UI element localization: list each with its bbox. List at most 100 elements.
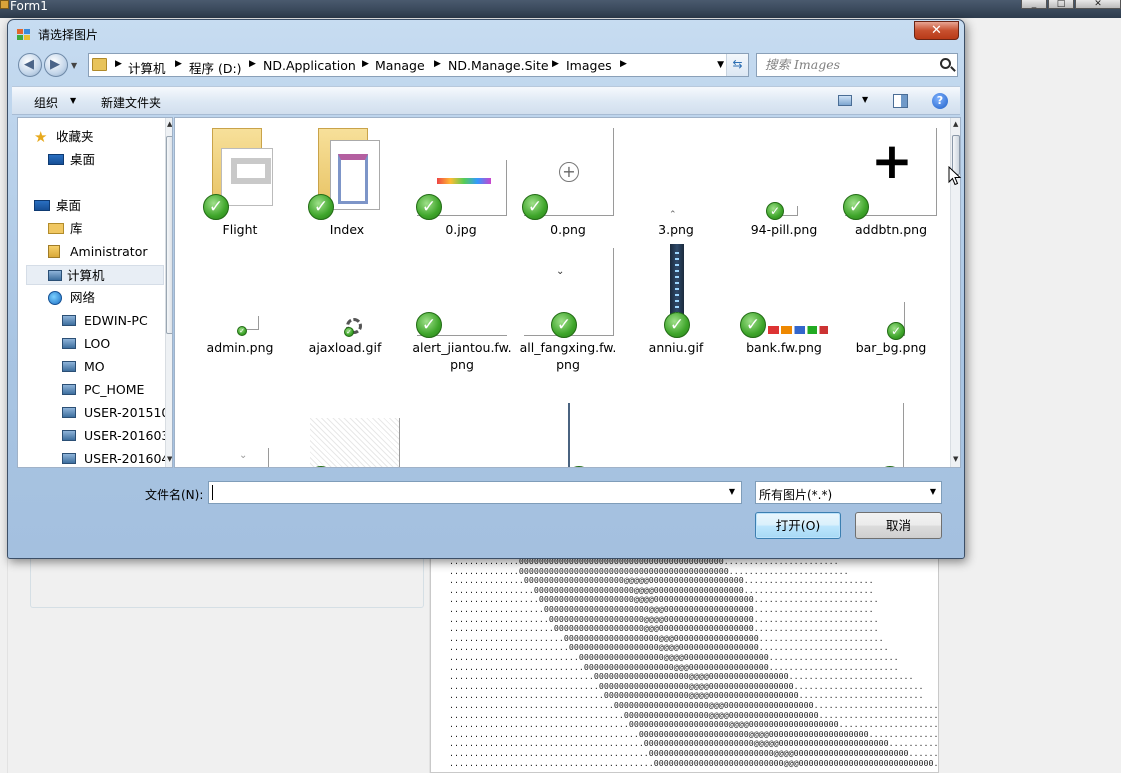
file-item-ajaxload-gif[interactable]: ✓ ajaxload.gif: [292, 238, 392, 356]
checkmark-overlay-icon: ✓: [344, 327, 354, 337]
scroll-down-icon[interactable]: ▼: [953, 455, 958, 463]
file-item-0-png[interactable]: + ✓ 0.png: [506, 118, 614, 237]
file-item-flight-folder[interactable]: ✓ Flight: [185, 118, 285, 237]
cancel-button[interactable]: 取消: [855, 512, 942, 539]
chevron-down-icon[interactable]: ▼: [70, 96, 76, 105]
file-item-bank-fw-png[interactable]: ✓ bank.fw.png: [720, 238, 828, 356]
nav-item-desktop-favorite[interactable]: 桌面: [48, 150, 148, 170]
filename-input[interactable]: [211, 484, 721, 501]
file-type-select[interactable]: 所有图片(*.*) ▼: [755, 481, 942, 504]
scroll-down-icon[interactable]: ▼: [167, 455, 172, 463]
nav-item-user-201604[interactable]: USER-201604: [62, 449, 169, 467]
file-item-94-pill-png[interactable]: ✓ 94-pill.png: [720, 118, 820, 237]
computer-icon: [62, 338, 76, 349]
breadcrumb-manage[interactable]: Manage: [375, 58, 425, 73]
nav-item-label: 桌面: [70, 152, 96, 167]
breadcrumb-separator-icon[interactable]: ▶: [434, 59, 441, 69]
breadcrumb-images[interactable]: Images: [566, 58, 612, 73]
breadcrumb-separator-icon[interactable]: ▶: [115, 59, 122, 69]
nav-item-label: PC_HOME: [84, 382, 145, 397]
search-box[interactable]: [756, 53, 958, 77]
caret-up-icon: ⌃: [669, 210, 677, 220]
file-item-row3-5[interactable]: [720, 358, 820, 467]
address-history-dropdown[interactable]: ▼: [717, 60, 724, 70]
file-item-alert-jiantou-png[interactable]: ✓ alert_jiantou.fw. png: [399, 238, 512, 372]
file-item-row3-4[interactable]: ✓: [506, 358, 606, 467]
view-mode-icon[interactable]: [838, 95, 852, 106]
plus-circle-icon: +: [559, 162, 579, 182]
ascii-output-textbox[interactable]: ..............00000000000000000000000000…: [430, 548, 939, 773]
thumbnail-color-strip: [437, 178, 491, 184]
breadcrumb-nd-application[interactable]: ND.Application: [263, 58, 356, 73]
nav-item-computer[interactable]: 计算机: [26, 265, 164, 285]
nav-item-pc-home[interactable]: PC_HOME: [62, 380, 162, 400]
file-item-index-folder[interactable]: ✓ Index: [292, 118, 392, 237]
file-item-bar-bg-png[interactable]: ✓ bar_bg.png: [827, 238, 927, 356]
nav-item-desktop[interactable]: 桌面: [34, 196, 144, 216]
nav-item-edwin-pc[interactable]: EDWIN-PC: [62, 311, 162, 331]
file-item-row3-1[interactable]: ⌄ ✓: [185, 358, 285, 467]
file-item-row3-3[interactable]: ✓: [399, 358, 499, 467]
minimize-button[interactable]: _: [1021, 0, 1047, 9]
breadcrumb-separator-icon[interactable]: ▶: [249, 59, 256, 69]
back-button[interactable]: ◀: [18, 53, 42, 77]
search-icon[interactable]: [940, 58, 951, 69]
maximize-button[interactable]: □: [1048, 0, 1074, 9]
nav-item-network[interactable]: 网络: [48, 288, 148, 308]
file-item-0-jpg[interactable]: ✓ 0.jpg: [399, 118, 507, 237]
recent-locations-dropdown[interactable]: ▼: [71, 61, 77, 70]
breadcrumb-nd-manage-site[interactable]: ND.Manage.Site: [448, 58, 549, 73]
breadcrumb-computer[interactable]: 计算机: [128, 58, 166, 77]
file-item-row3-2[interactable]: ✓: [292, 358, 400, 467]
nav-item-libraries[interactable]: 库: [48, 219, 148, 239]
new-folder-button[interactable]: 新建文件夹: [101, 94, 161, 111]
breadcrumb-separator-icon[interactable]: ▶: [175, 59, 182, 69]
preview-pane-icon[interactable]: [893, 94, 908, 108]
nav-scroll-thumb[interactable]: [166, 136, 172, 334]
chevron-down-icon[interactable]: ▼: [729, 487, 735, 496]
chevron-down-icon[interactable]: ▼: [862, 95, 868, 104]
breadcrumb-separator-icon[interactable]: ▶: [620, 59, 627, 69]
file-item-row3-6[interactable]: ✓: [827, 358, 927, 467]
file-item-all-fangxing-png[interactable]: ⌄ ✓ all_fangxing.fw. png: [506, 238, 616, 372]
filename-combobox[interactable]: ▼: [208, 481, 742, 504]
open-button[interactable]: 打开(O): [755, 512, 841, 539]
checkmark-overlay-icon: ✓: [740, 312, 766, 338]
file-item-admin-png[interactable]: ✓ admin.png: [185, 238, 285, 356]
scroll-up-icon[interactable]: ▲: [953, 120, 958, 128]
chevron-down-icon[interactable]: ▼: [930, 487, 936, 496]
file-item-anniu-gif[interactable]: ✓ anniu.gif: [613, 238, 713, 356]
checkmark-overlay-icon: ✓: [203, 194, 229, 220]
help-icon[interactable]: ?: [932, 93, 948, 109]
nav-scrollbar[interactable]: ▲ ▼: [165, 118, 172, 467]
organize-menu-button[interactable]: 组织: [34, 94, 58, 111]
desktop-icon: [48, 154, 64, 165]
breadcrumb-separator-icon[interactable]: ▶: [362, 59, 369, 69]
nav-item-user-201510[interactable]: USER-201510: [62, 403, 169, 423]
forward-button[interactable]: ▶: [44, 53, 68, 77]
address-bar[interactable]: ▶ 计算机 ▶ 程序 (D:) ▶ ND.Application ▶ Manag…: [88, 53, 749, 77]
nav-item-mo[interactable]: MO: [62, 357, 162, 377]
network-icon: [48, 291, 62, 305]
nav-item-loo[interactable]: LOO: [62, 334, 162, 354]
nav-item-aministrator[interactable]: Aministrator: [48, 242, 164, 262]
form-close-button[interactable]: ✕: [1075, 0, 1121, 9]
plus-icon: +: [871, 132, 913, 190]
file-item-3-png[interactable]: ⌃ 3.png: [613, 118, 713, 237]
nav-item-user-201603[interactable]: USER-201603: [62, 426, 169, 446]
file-type-value: 所有图片(*.*): [759, 488, 833, 502]
refresh-icon: ⇆: [732, 57, 743, 71]
text-caret: [212, 485, 213, 500]
scroll-up-icon[interactable]: ▲: [167, 120, 172, 128]
search-input[interactable]: [765, 57, 935, 72]
filename-label: 文件名(N):: [145, 488, 204, 502]
folder-preview-diagram: [338, 154, 368, 204]
breadcrumb-drive-d[interactable]: 程序 (D:): [189, 58, 242, 77]
dialog-close-button[interactable]: ✕: [914, 21, 959, 40]
chevron-down-icon: ⌄: [239, 450, 248, 461]
breadcrumb-separator-icon[interactable]: ▶: [552, 59, 559, 69]
nav-item-label: 库: [70, 221, 83, 236]
file-item-addbtn-png[interactable]: + ✓ addbtn.png: [827, 118, 937, 237]
refresh-button[interactable]: ⇆: [726, 54, 748, 76]
nav-item-favorites[interactable]: ★ 收藏夹: [34, 127, 144, 147]
